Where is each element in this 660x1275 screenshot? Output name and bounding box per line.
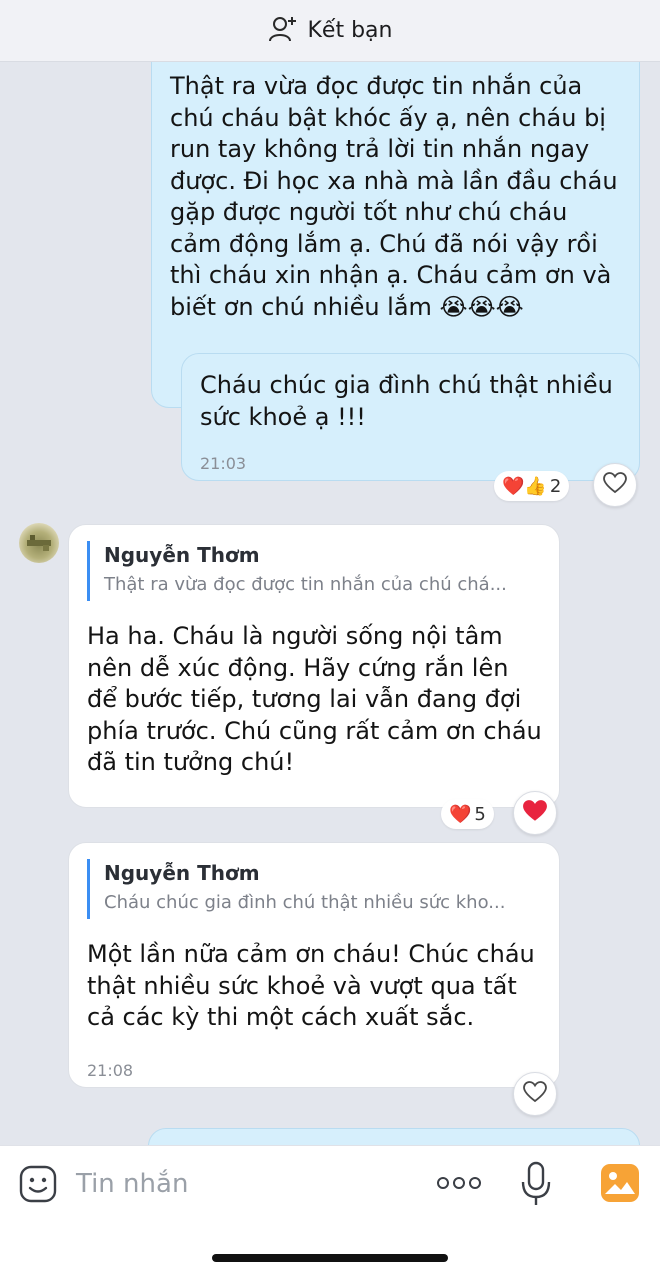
message-time: 21:08 xyxy=(87,1061,134,1080)
message-line: Một lần nữa cảm ơn cháu! Chúc cháu xyxy=(87,940,535,968)
reply-quote[interactable]: Nguyễn Thơm Thật ra vừa đọc được tin nhắ… xyxy=(87,541,507,601)
reaction-summary[interactable]: ❤️ 5 xyxy=(441,799,494,829)
quote-author: Nguyễn Thơm xyxy=(104,543,260,567)
message-line: đã tin tưởng chú! xyxy=(87,748,295,776)
avatar[interactable] xyxy=(19,523,59,563)
message-input[interactable]: Tin nhắn xyxy=(76,1164,188,1204)
message-line: cả các kỳ thi một cách xuất sắc. xyxy=(87,1003,475,1031)
message-text: Một lần nữa cảm ơn cháu! Chúc cháu thật … xyxy=(87,939,545,1034)
react-button[interactable] xyxy=(513,791,557,835)
add-friend-button[interactable]: Kết bạn xyxy=(268,15,393,47)
message-text: Cháu chúc gia đình chú thật nhiều sức kh… xyxy=(200,370,625,433)
message-line: gặp được người tốt như chú cháu xyxy=(170,198,568,226)
sticker-icon xyxy=(19,1165,57,1207)
heart-filled-icon xyxy=(522,799,548,827)
message-line: nên dễ xúc động. Hãy cứng rắn lên xyxy=(87,653,509,682)
message-line: biết ơn chú nhiều lắm 😭😭😭 xyxy=(170,292,524,321)
microphone-icon xyxy=(520,1161,552,1212)
image-icon xyxy=(600,1164,640,1207)
message-line: để bước tiếp, tương lai vẫn đang đợi xyxy=(87,685,522,713)
message-text: Thật ra vừa đọc được tin nhắn của chú ch… xyxy=(170,71,625,323)
message-line: cảm động lắm ạ. Chú đã nói vậy rồi xyxy=(170,229,598,258)
heart-outline-icon xyxy=(523,1081,547,1107)
react-button[interactable] xyxy=(593,463,637,507)
message-bubble-partial[interactable] xyxy=(148,1128,640,1145)
message-line: Ha ha. Cháu là người sống nội tâm xyxy=(87,622,503,650)
reaction-summary[interactable]: ❤️👍 2 xyxy=(494,471,570,501)
top-bar: Kết bạn xyxy=(0,0,660,62)
message-line: phía trước. Chú cũng rất cảm ơn cháu xyxy=(87,716,542,745)
add-person-icon xyxy=(268,15,298,47)
message-text: Ha ha. Cháu là người sống nội tâm nên dễ… xyxy=(87,621,545,779)
message-line: thì cháu xin nhận ạ. Cháu cảm ơn và xyxy=(170,261,612,289)
reaction-count: 5 xyxy=(474,803,486,825)
more-icon xyxy=(436,1177,482,1200)
add-friend-label: Kết bạn xyxy=(307,18,393,43)
message-line: Thật ra vừa đọc được tin nhắn của xyxy=(170,72,583,100)
message-bubble[interactable]: Nguyễn Thơm Thật ra vừa đọc được tin nhắ… xyxy=(68,524,560,808)
image-button[interactable] xyxy=(600,1163,640,1207)
reaction-count: 2 xyxy=(549,475,562,497)
quote-text: Thật ra vừa đọc được tin nhắn của chú ch… xyxy=(104,574,507,595)
message-line: Cháu chúc gia đình chú thật nhiều xyxy=(200,371,613,399)
home-indicator xyxy=(212,1254,448,1262)
reply-quote[interactable]: Nguyễn Thơm Cháu chúc gia đình chú thật … xyxy=(87,859,505,919)
quote-text: Cháu chúc gia đình chú thật nhiều sức kh… xyxy=(104,892,506,913)
message-line: thật nhiều sức khoẻ và vượt qua tất xyxy=(87,971,517,1000)
message-time: 21:03 xyxy=(200,454,247,473)
heart-outline-icon xyxy=(603,472,627,498)
microphone-button[interactable] xyxy=(520,1160,552,1212)
chat-area[interactable]: Thật ra vừa đọc được tin nhắn của chú ch… xyxy=(0,62,660,1145)
message-line: chú cháu bật khóc ấy ạ, nên cháu bị xyxy=(170,103,606,132)
message-bubble[interactable]: Nguyễn Thơm Cháu chúc gia đình chú thật … xyxy=(68,842,560,1088)
quote-author: Nguyễn Thơm xyxy=(104,861,260,885)
message-line: được. Đi học xa nhà mà lần đầu cháu xyxy=(170,166,618,195)
message-line: sức khoẻ ạ !!! xyxy=(200,402,366,431)
reaction-emojis: ❤️ xyxy=(449,803,472,825)
reaction-emojis: ❤️👍 xyxy=(502,475,547,497)
message-line: run tay không trả lời tin nhắn ngay xyxy=(170,135,590,163)
react-button[interactable] xyxy=(513,1072,557,1116)
message-bubble[interactable]: Cháu chúc gia đình chú thật nhiều sức kh… xyxy=(181,353,640,481)
sticker-button[interactable] xyxy=(19,1165,57,1207)
more-button[interactable] xyxy=(436,1170,482,1200)
